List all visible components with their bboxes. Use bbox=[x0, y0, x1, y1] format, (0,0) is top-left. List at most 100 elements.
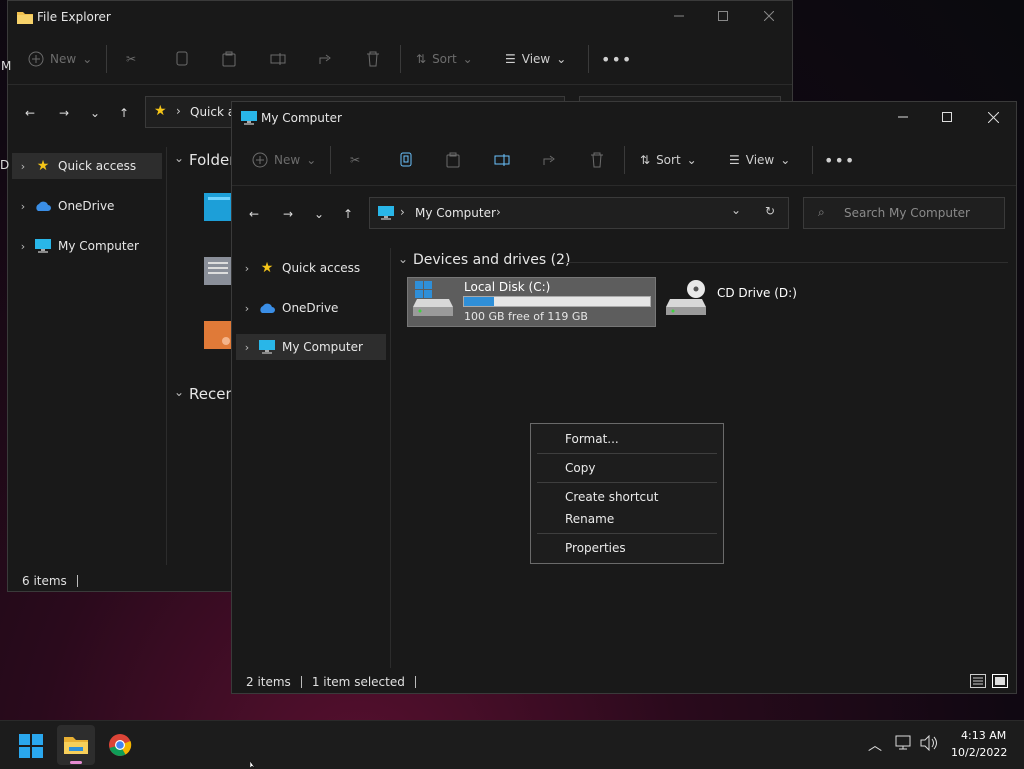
folder-icon[interactable] bbox=[204, 189, 234, 221]
back-button[interactable]: ← bbox=[242, 202, 266, 226]
close-button[interactable] bbox=[978, 102, 1008, 132]
more-icon: ••• bbox=[824, 150, 856, 170]
nav-item-quick-access[interactable]: › ★ Quick access bbox=[12, 153, 162, 179]
minimize-button[interactable] bbox=[888, 102, 918, 132]
search-placeholder: Search My Computer bbox=[844, 206, 970, 220]
search-icon: ⌕ bbox=[818, 205, 825, 219]
toolbar-separator bbox=[330, 146, 331, 174]
up-button[interactable]: ↑ bbox=[112, 101, 136, 125]
arrow-up-icon: ↑ bbox=[342, 207, 354, 221]
paste-button[interactable] bbox=[446, 145, 460, 175]
delete-button[interactable] bbox=[590, 145, 604, 175]
maximize-button[interactable] bbox=[932, 102, 962, 132]
delete-button[interactable] bbox=[366, 44, 380, 74]
menu-item-properties[interactable]: Properties bbox=[565, 541, 626, 555]
toolbar-separator bbox=[106, 45, 107, 73]
share-icon bbox=[319, 54, 331, 64]
cloud-icon bbox=[34, 198, 52, 214]
cut-button[interactable]: ✂ bbox=[350, 145, 360, 175]
drive-usage-fill bbox=[464, 297, 494, 306]
maximize-button[interactable] bbox=[708, 1, 738, 31]
title-bar[interactable]: My Computer bbox=[232, 102, 1016, 134]
menu-item-format[interactable]: Format... bbox=[565, 432, 619, 446]
monitor-icon bbox=[258, 339, 276, 355]
drive-tile-c[interactable]: Local Disk (C:) 100 GB free of 119 GB bbox=[407, 277, 656, 327]
group-divider bbox=[560, 262, 1008, 263]
title-bar[interactable]: File Explorer bbox=[8, 1, 792, 33]
star-icon: ★ bbox=[36, 158, 50, 174]
menu-separator bbox=[537, 482, 717, 483]
chevron-right-icon: › bbox=[244, 301, 250, 315]
my-computer-window[interactable]: My Computer New ⌄ ✂ ⇅ Sort ⌄ ☰ View ⌄ ••… bbox=[231, 101, 1017, 694]
clock-date[interactable]: 10/2/2022 bbox=[951, 746, 1007, 759]
group-collapse-chevron-icon[interactable]: ⌄ bbox=[398, 252, 408, 266]
volume-icon[interactable] bbox=[920, 734, 938, 754]
context-menu: Format... Copy Create shortcut Rename Pr… bbox=[530, 423, 724, 564]
address-dropdown-icon[interactable]: ⌄ bbox=[731, 203, 741, 217]
star-icon: ★ bbox=[154, 103, 167, 119]
up-button[interactable]: ↑ bbox=[336, 202, 360, 226]
menu-item-create-shortcut[interactable]: Create shortcut bbox=[565, 490, 658, 504]
breadcrumb-item[interactable]: My Computer bbox=[415, 206, 496, 220]
new-button[interactable]: New ⌄ bbox=[28, 44, 92, 74]
nav-item-my-computer[interactable]: › My Computer bbox=[12, 233, 162, 259]
windows-logo-icon bbox=[19, 734, 43, 758]
tiles-view-icon[interactable] bbox=[992, 674, 1008, 691]
drive-usage-bar bbox=[463, 296, 651, 307]
new-button[interactable]: New ⌄ bbox=[252, 145, 316, 175]
local-disk-icon bbox=[413, 281, 453, 316]
menu-item-rename[interactable]: Rename bbox=[565, 512, 614, 526]
back-button[interactable]: ← bbox=[18, 101, 42, 125]
taskbar-chrome-button[interactable] bbox=[108, 733, 134, 759]
search-box[interactable]: ⌕ Search My Computer bbox=[803, 197, 1005, 229]
desktop-letter: M bbox=[1, 59, 12, 73]
details-view-icon[interactable] bbox=[970, 674, 986, 691]
clock-time[interactable]: 4:13 AM bbox=[961, 729, 1006, 742]
nav-item-my-computer[interactable]: › My Computer bbox=[236, 334, 386, 360]
nav-item-onedrive[interactable]: › OneDrive bbox=[12, 193, 162, 219]
share-button[interactable] bbox=[542, 145, 558, 175]
view-label: View bbox=[745, 153, 775, 167]
cut-button[interactable]: ✂ bbox=[126, 44, 136, 74]
music-folder-icon[interactable] bbox=[204, 317, 234, 349]
share-button[interactable] bbox=[318, 44, 334, 74]
chevron-right-icon: › bbox=[20, 159, 26, 173]
drive-tile-d[interactable]: CD Drive (D:) bbox=[662, 277, 842, 327]
refresh-icon[interactable]: ↻ bbox=[765, 204, 775, 218]
taskbar-file-explorer-button[interactable] bbox=[57, 725, 95, 765]
recent-heading: Recen bbox=[189, 385, 235, 403]
menu-item-copy[interactable]: Copy bbox=[565, 461, 595, 475]
copy-button[interactable] bbox=[175, 44, 189, 74]
maximize-icon bbox=[718, 11, 728, 21]
copy-button[interactable] bbox=[399, 145, 413, 175]
minimize-icon bbox=[898, 116, 908, 118]
document-folder-icon[interactable] bbox=[204, 253, 234, 285]
rename-button[interactable] bbox=[494, 145, 510, 175]
sort-button[interactable]: ⇅ Sort ⌄ bbox=[640, 145, 697, 175]
view-button[interactable]: ☰ View ⌄ bbox=[505, 44, 566, 74]
toolbar-separator bbox=[812, 146, 813, 174]
start-button[interactable] bbox=[18, 733, 44, 759]
arrow-right-icon: → bbox=[282, 207, 294, 221]
forward-button[interactable]: → bbox=[52, 101, 76, 125]
copy-icon bbox=[400, 152, 412, 167]
trash-icon bbox=[591, 152, 603, 168]
recent-locations-button[interactable]: ⌄ bbox=[83, 101, 107, 125]
network-icon[interactable] bbox=[895, 735, 913, 754]
rename-button[interactable] bbox=[270, 44, 286, 74]
view-button[interactable]: ☰ View ⌄ bbox=[729, 145, 790, 175]
recent-locations-button[interactable]: ⌄ bbox=[307, 202, 331, 226]
more-options-button[interactable]: ••• bbox=[824, 145, 855, 175]
address-bar[interactable]: › My Computer › ⌄ ↻ bbox=[369, 197, 789, 229]
minimize-button[interactable] bbox=[664, 1, 694, 31]
paste-button[interactable] bbox=[222, 44, 236, 74]
arrow-left-icon: ← bbox=[248, 207, 260, 221]
nav-item-quick-access[interactable]: › ★ Quick access bbox=[236, 255, 386, 281]
view-list-icon: ☰ bbox=[729, 153, 740, 167]
more-options-button[interactable]: ••• bbox=[601, 44, 632, 74]
forward-button[interactable]: → bbox=[276, 202, 300, 226]
close-button[interactable] bbox=[754, 1, 784, 31]
nav-item-onedrive[interactable]: › OneDrive bbox=[236, 295, 386, 321]
show-hidden-icons-button[interactable]: ︿ bbox=[868, 735, 882, 755]
sort-button[interactable]: ⇅ Sort ⌄ bbox=[416, 44, 473, 74]
